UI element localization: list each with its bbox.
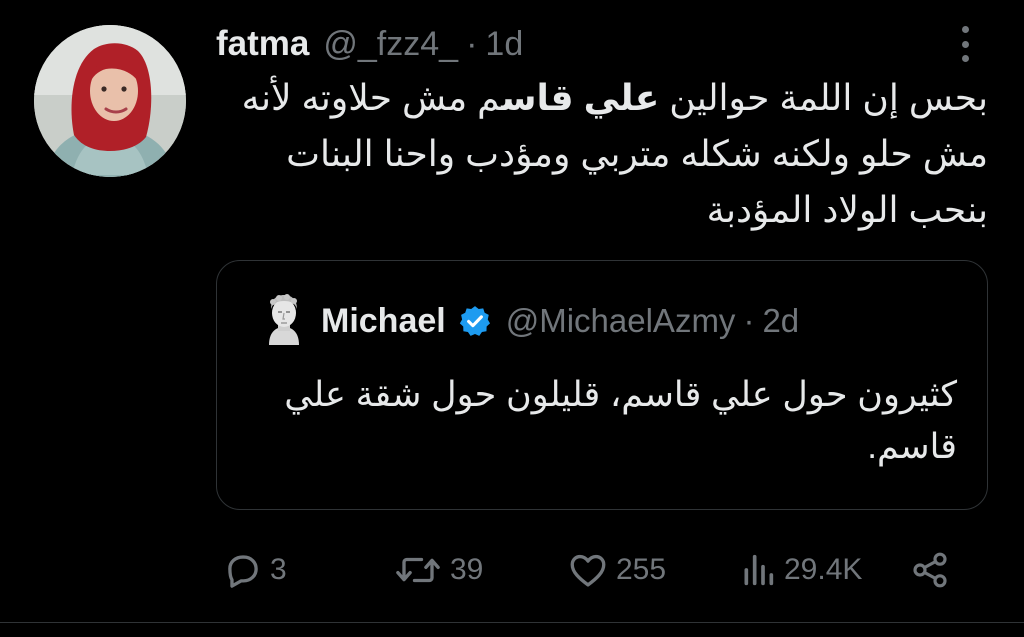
retweet-button[interactable]: 39 bbox=[392, 540, 483, 600]
verified-icon bbox=[458, 304, 492, 338]
quoted-tweet[interactable]: Michael @MichaelAzmy · 2d كثيرون حول علي… bbox=[216, 260, 988, 510]
tweet[interactable]: fatma @_fzz4_ · 1d بحس إن اللمة حوالين ع… bbox=[0, 0, 1024, 637]
quoted-tweet-time[interactable]: 2d bbox=[762, 302, 799, 340]
author-avatar[interactable] bbox=[34, 25, 186, 177]
author-name[interactable]: fatma bbox=[216, 24, 309, 64]
retweet-count: 39 bbox=[450, 553, 484, 586]
quoted-author-handle[interactable]: @MichaelAzmy bbox=[506, 302, 736, 340]
quoted-author-name[interactable]: Michael bbox=[321, 302, 446, 341]
tweet-text-bold-name: علي قاس bbox=[501, 77, 660, 118]
tweet-header: fatma @_fzz4_ · 1d bbox=[216, 22, 523, 66]
more-icon[interactable] bbox=[952, 24, 978, 64]
views-button[interactable]: 29.4K bbox=[738, 540, 862, 600]
share-icon bbox=[913, 552, 947, 588]
tweet-text-part-1: بحس إن اللمة حوالين bbox=[659, 77, 988, 118]
separator-dot: · bbox=[466, 24, 478, 63]
tweet-actions: 3 39 255 29.4K bbox=[0, 540, 1024, 600]
like-count: 255 bbox=[616, 553, 667, 586]
quoted-tweet-header: Michael @MichaelAzmy · 2d bbox=[321, 299, 799, 343]
statue-avatar-image bbox=[261, 293, 307, 345]
reply-button[interactable]: 3 bbox=[222, 540, 287, 600]
quoted-tweet-text: كثيرون حول علي قاسم، قليلون حول شقة علي … bbox=[284, 375, 957, 466]
tweet-text: بحس إن اللمة حوالين علي قاسم مش حلاوته ل… bbox=[210, 70, 988, 238]
like-button[interactable]: 255 bbox=[566, 540, 666, 600]
tweet-time[interactable]: 1d bbox=[485, 25, 523, 64]
quoted-author-avatar[interactable] bbox=[261, 293, 307, 345]
retweet-icon bbox=[396, 557, 440, 583]
like-icon bbox=[570, 554, 606, 587]
quoted-separator-dot: · bbox=[743, 302, 755, 339]
divider bbox=[0, 622, 1024, 623]
reply-count: 3 bbox=[270, 553, 287, 586]
views-count: 29.4K bbox=[784, 553, 863, 586]
reply-icon bbox=[228, 555, 258, 588]
author-handle[interactable]: @_fzz4_ bbox=[323, 25, 458, 64]
share-button[interactable] bbox=[910, 540, 950, 600]
views-icon bbox=[744, 554, 774, 586]
author-avatar-image bbox=[34, 25, 186, 177]
